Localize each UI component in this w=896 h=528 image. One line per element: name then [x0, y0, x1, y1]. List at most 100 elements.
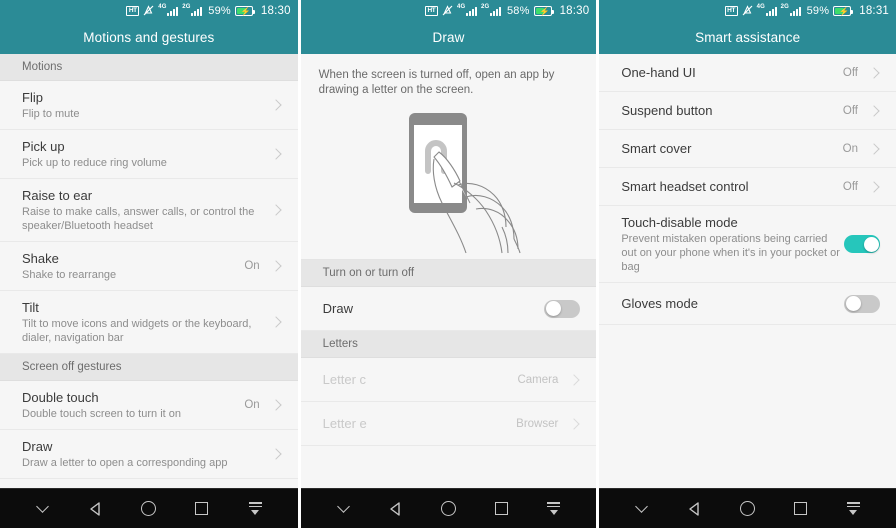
status-bar-icons: HT 4G 2G 58% ⚡ 18:30 [424, 4, 590, 17]
home-icon[interactable] [431, 493, 467, 525]
chevron-right-icon [270, 99, 282, 111]
list-item[interactable]: Flip Flip to mute [0, 81, 298, 130]
status-bar: HT 4G 2G 59% ⚡ 18:31 [599, 0, 896, 21]
battery-percent: 59% [806, 4, 830, 17]
home-icon[interactable] [730, 493, 766, 525]
row-subtitle: Draw a letter to open a corresponding ap… [22, 457, 228, 469]
back-icon[interactable] [677, 493, 713, 525]
row-texts: Smart headset control [621, 170, 843, 203]
app-bar: Draw [300, 21, 597, 54]
signal-4g-icon: 4G [457, 4, 477, 16]
row-subtitle: Prevent mistaken operations being carrie… [621, 233, 840, 273]
draw-description: When the screen is turned off, open an a… [300, 54, 597, 108]
phone-screen-smart-assistance: HT 4G 2G 59% ⚡ 18:31 Smart assistance On… [599, 0, 896, 528]
row-title: Touch-disable mode [621, 215, 738, 230]
chevron-right-icon [568, 417, 581, 430]
battery-icon: ⚡ [533, 5, 554, 16]
phone-screen-motions-and-gestures: HT 4G 2G 59% ⚡ 18:30 Motions and gesture… [0, 0, 298, 528]
status-bar-clock: 18:30 [559, 4, 590, 17]
row-value: Browser [516, 417, 559, 430]
signal-4g-icon: 4G [158, 4, 179, 16]
chevron-down-icon[interactable] [25, 493, 61, 525]
list-item[interactable]: Draw Draw a letter to open a correspondi… [0, 430, 298, 479]
app-bar: Smart assistance [599, 21, 896, 54]
home-icon[interactable] [131, 493, 167, 525]
row-texts: Draw [323, 292, 545, 325]
recents-icon[interactable] [483, 493, 519, 525]
battery-icon: ⚡ [234, 5, 255, 16]
row-value: On [244, 399, 260, 411]
chevron-right-icon [270, 399, 282, 411]
gloves-mode-toggle[interactable] [844, 294, 881, 313]
list-item[interactable]: Touch-disable mode Prevent mistaken oper… [599, 206, 896, 283]
list-item[interactable]: Shake Shake to rearrange On [0, 242, 298, 291]
chevron-down-icon[interactable] [624, 493, 660, 525]
list-item[interactable]: One-hand UI Off [599, 54, 896, 92]
list-item[interactable]: Letter c Camera [300, 358, 597, 402]
list-item[interactable]: Smart headset control Off [599, 168, 896, 206]
status-bar: HT 4G 2G 59% ⚡ 18:30 [0, 0, 298, 21]
list-item[interactable]: Suspend button Off [599, 92, 896, 130]
vibrate-mute-icon [143, 5, 154, 16]
row-title: Pick up [22, 139, 65, 154]
smart-assistance-list: One-hand UI Off Suspend button Off Smart… [599, 54, 896, 488]
chevron-down-icon[interactable] [325, 493, 361, 525]
list-item[interactable]: Tilt Tilt to move icons and widgets or t… [0, 291, 298, 354]
battery-percent: 58% [506, 4, 530, 17]
vibrate-mute-icon [442, 5, 453, 16]
navigation-bar [599, 488, 896, 528]
list-item[interactable]: Double touch Double touch screen to turn… [0, 381, 298, 430]
signal-2g-label: 2G [182, 4, 191, 10]
status-bar-clock: 18:30 [260, 4, 291, 17]
back-icon[interactable] [78, 493, 114, 525]
signal-2g-icon: 2G [481, 4, 501, 16]
draw-toggle[interactable] [544, 299, 581, 318]
row-title: Shake [22, 251, 59, 266]
battery-percent: 59% [208, 4, 231, 17]
list-item[interactable]: Smart cover On [599, 130, 896, 168]
row-subtitle: Raise to make calls, answer calls, or co… [22, 206, 255, 232]
hd-icon: HT [424, 5, 438, 16]
chevron-right-icon [270, 260, 282, 272]
hide-navbar-icon[interactable] [536, 493, 572, 525]
row-texts: Letter c [323, 363, 518, 396]
draw-settings: When the screen is turned off, open an a… [300, 54, 597, 488]
row-value: Camera [517, 373, 559, 386]
hand-drawing-on-phone-illustration [300, 108, 597, 260]
row-title: One-hand UI [621, 65, 696, 80]
row-title: Raise to ear [22, 188, 93, 203]
row-title: Suspend button [621, 103, 713, 118]
row-texts: Shake Shake to rearrange [22, 242, 244, 290]
row-texts: Tilt Tilt to move icons and widgets or t… [22, 291, 260, 353]
chevron-right-icon [868, 142, 880, 155]
row-texts: Gloves mode [621, 287, 844, 320]
list-item[interactable]: Raise to ear Raise to make calls, answer… [0, 179, 298, 242]
hide-navbar-icon[interactable] [835, 493, 871, 525]
list-item[interactable]: Letter e Browser [300, 402, 597, 446]
recents-icon[interactable] [184, 493, 220, 525]
touch-disable-mode-toggle[interactable] [844, 235, 881, 253]
back-icon[interactable] [378, 493, 414, 525]
row-texts: Touch-disable mode Prevent mistaken oper… [621, 206, 844, 282]
section-header-turn-on-or-off: Turn on or turn off [300, 260, 597, 287]
recents-icon[interactable] [783, 493, 819, 525]
hide-navbar-icon[interactable] [237, 493, 273, 525]
row-subtitle: Shake to rearrange [22, 269, 117, 281]
row-value: Off [842, 66, 859, 79]
row-title: Smart cover [621, 141, 692, 156]
row-texts: One-hand UI [621, 56, 843, 89]
signal-4g-icon: 4G [757, 4, 777, 16]
row-value: On [244, 260, 260, 272]
row-title: Tilt [22, 300, 39, 315]
row-subtitle: Flip to mute [22, 108, 80, 120]
chevron-right-icon [270, 316, 282, 328]
list-item[interactable]: Gloves mode [599, 283, 896, 325]
row-texts: Suspend button [621, 94, 843, 127]
list-item[interactable]: Draw [300, 287, 597, 331]
row-texts: Flip Flip to mute [22, 81, 260, 129]
hd-icon: HT [126, 5, 140, 16]
signal-2g-label: 2G [780, 4, 790, 10]
page-title: Smart assistance [695, 30, 801, 45]
app-bar: Motions and gestures [0, 21, 298, 54]
list-item[interactable]: Pick up Pick up to reduce ring volume [0, 130, 298, 179]
